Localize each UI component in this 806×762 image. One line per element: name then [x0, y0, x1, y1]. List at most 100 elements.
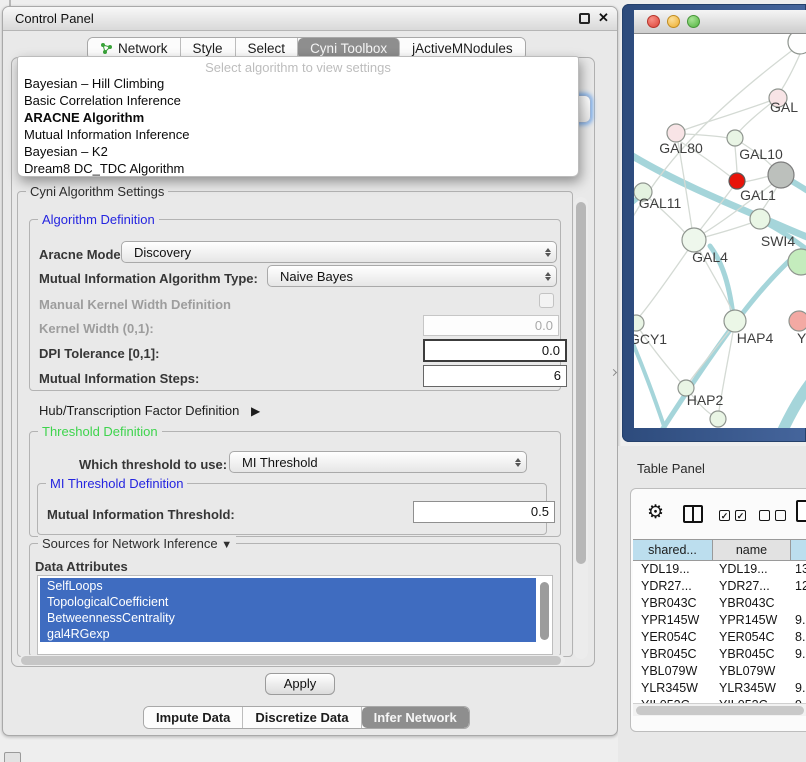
table-cell: 12 — [791, 578, 806, 595]
close-icon[interactable]: ✕ — [598, 10, 609, 26]
node-gal1[interactable] — [750, 209, 770, 229]
select-checkbox-icon[interactable]: ✓ — [735, 510, 746, 521]
dropdown-item[interactable]: Dream8 DC_TDC Algorithm — [18, 160, 578, 177]
network-edge[interactable] — [705, 223, 751, 237]
scrollbar-thumb[interactable] — [21, 656, 561, 665]
hub-definition-expander[interactable]: Hub/Transcription Factor Definition ▶ — [39, 403, 260, 418]
node-hap4[interactable] — [724, 310, 746, 332]
close-traffic-light[interactable] — [647, 15, 660, 28]
sources-collapse-header[interactable]: Sources for Network Inference ▼ — [38, 536, 236, 551]
tab-impute-data[interactable]: Impute Data — [144, 707, 243, 728]
network-edge[interactable] — [640, 250, 688, 316]
deselect-checkbox-icon[interactable] — [775, 510, 786, 521]
tab-discretize-data[interactable]: Discretize Data — [243, 707, 361, 728]
control-panel-titlebar[interactable]: Control Panel ✕ — [3, 7, 617, 31]
table-horizontal-scrollbar[interactable] — [633, 703, 806, 716]
cyni-bottom-tab-bar: Impute DataDiscretize DataInfer Network — [143, 706, 470, 729]
column-header[interactable]: name — [713, 540, 791, 560]
table-cell: YDR27... — [713, 578, 791, 595]
collapse-arrow-icon[interactable]: ▼ — [221, 539, 232, 551]
table-cell — [791, 663, 806, 680]
node-label-swi4: SWI4 — [761, 233, 795, 249]
attribute-list-item[interactable]: TopologicalCoefficient — [40, 594, 536, 610]
which-threshold-combobox[interactable]: MI Threshold — [229, 451, 527, 473]
dropdown-item[interactable]: Bayesian – Hill Climbing — [18, 75, 578, 92]
function-builder-icon[interactable] — [796, 500, 806, 522]
network-edge[interactable] — [735, 146, 737, 174]
column-header[interactable] — [791, 540, 806, 560]
network-window-titlebar[interactable] — [634, 10, 806, 34]
node-gal10-small[interactable] — [727, 130, 743, 146]
kernel-width-field[interactable]: 0.0 — [423, 315, 559, 336]
node-label-y: Y — [797, 330, 806, 346]
table-row[interactable]: YDL19...YDL19...13 — [633, 561, 806, 578]
zoom-traffic-light[interactable] — [687, 15, 700, 28]
table-row[interactable]: YLR345WYLR345W9. — [633, 680, 806, 697]
screenshot-stage: Control Panel ✕ NetworkStyleSelectCyni T… — [0, 0, 806, 762]
aracne-mode-combobox[interactable]: Discovery — [121, 241, 557, 263]
tab-infer-network[interactable]: Infer Network — [362, 707, 469, 728]
group-title: MI Threshold Definition — [46, 476, 187, 491]
split-columns-icon[interactable] — [683, 505, 703, 523]
table-row[interactable]: YBR045CYBR045C9. — [633, 646, 806, 663]
dropdown-item[interactable]: ARACNE Algorithm — [18, 109, 578, 126]
attribute-list-item[interactable]: gal4RGexp — [40, 626, 536, 642]
node-gcy1[interactable] — [634, 315, 644, 331]
table-cell: YDL19... — [633, 561, 713, 578]
network-edge[interactable] — [662, 248, 804, 428]
node[interactable] — [789, 311, 806, 331]
table-cell: YLR345W — [633, 680, 713, 697]
mi-threshold-field[interactable]: 0.5 — [413, 501, 555, 523]
hub-definition-label: Hub/Transcription Factor Definition — [39, 403, 239, 418]
table-cell: YDL19... — [713, 561, 791, 578]
table-row[interactable]: YBR043CYBR043C — [633, 595, 806, 612]
column-header[interactable]: shared... — [633, 540, 713, 560]
node-gal10[interactable] — [768, 162, 794, 188]
network-edge[interactable] — [744, 176, 769, 182]
scrollbar-thumb[interactable] — [576, 202, 586, 564]
dropdown-item[interactable]: Mutual Information Inference — [18, 126, 578, 143]
kernel-width-label: Kernel Width (0,1): — [39, 321, 154, 336]
network-edge[interactable] — [690, 330, 730, 381]
settings-vertical-scrollbar[interactable] — [574, 197, 588, 659]
manual-kernel-checkbox[interactable] — [539, 293, 554, 308]
settings-horizontal-scrollbar[interactable] — [19, 655, 565, 666]
dropdown-item[interactable]: Basic Correlation Inference — [18, 92, 578, 109]
table-row[interactable]: YER054CYER054C8. — [633, 629, 806, 646]
mi-type-combobox[interactable]: Naive Bayes — [267, 265, 557, 287]
apply-button[interactable]: Apply — [265, 673, 335, 695]
window-title: Control Panel — [15, 11, 94, 26]
list-scrollbar-thumb[interactable] — [540, 582, 549, 640]
select-checkbox-icon[interactable]: ✓ — [719, 510, 730, 521]
deselect-checkbox-icon[interactable] — [759, 510, 770, 521]
network-canvas[interactable]: GALGAL80GAL10GAL11GAL1SWI4GAL4GCY1HAP4YH… — [634, 34, 806, 428]
expand-arrow-icon[interactable]: ▶ — [251, 404, 260, 418]
attribute-list-item[interactable]: SelfLoops — [40, 578, 536, 594]
node-swi4[interactable] — [788, 249, 806, 275]
network-edge[interactable] — [684, 134, 728, 138]
network-edge[interactable] — [782, 372, 806, 428]
control-panel-window: Control Panel ✕ NetworkStyleSelectCyni T… — [2, 6, 618, 736]
scrollbar-thumb[interactable] — [636, 706, 804, 715]
minimize-traffic-light[interactable] — [667, 15, 680, 28]
stepper-arrows-icon — [540, 248, 556, 257]
table-row[interactable]: YPR145WYPR145W9. — [633, 612, 806, 629]
minimized-panel-fragment — [4, 752, 21, 762]
dropdown-item[interactable]: Bayesian – K2 — [18, 143, 578, 160]
network-edge[interactable] — [780, 54, 800, 92]
mi-steps-field[interactable]: 6 — [423, 365, 567, 387]
network-edge[interactable] — [684, 98, 778, 130]
aracne-mode-value: Discovery — [122, 245, 540, 260]
node[interactable] — [710, 411, 726, 427]
table-row[interactable]: YDR27...YDR27...12 — [633, 578, 806, 595]
attribute-list-item[interactable]: BetweennessCentrality — [40, 610, 536, 626]
data-attributes-list[interactable]: SelfLoopsTopologicalCoefficientBetweenne… — [37, 575, 553, 655]
mi-threshold-label: Mutual Information Threshold: — [47, 507, 235, 522]
float-window-icon[interactable] — [579, 13, 590, 24]
table-row[interactable]: YBL079WYBL079W — [633, 663, 806, 680]
stepper-arrows-icon — [540, 272, 556, 281]
gear-icon[interactable]: ⚙ — [647, 501, 664, 524]
dpi-tolerance-field[interactable]: 0.0 — [423, 339, 567, 362]
which-threshold-label: Which threshold to use: — [79, 457, 227, 472]
table-cell: YBL079W — [633, 663, 713, 680]
